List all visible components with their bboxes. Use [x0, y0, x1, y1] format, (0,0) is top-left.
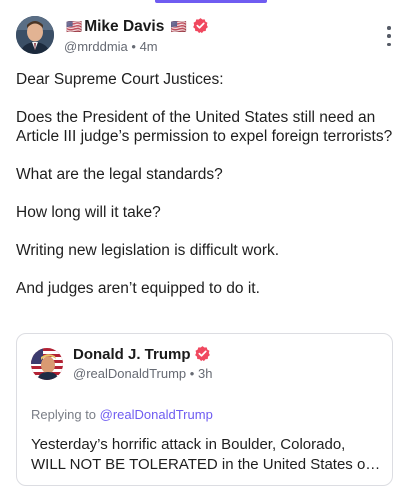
- author-meta: @mrddmia • 4m: [64, 39, 158, 54]
- quoted-text-line: Yesterday’s horrific attack in Boulder, …: [31, 436, 346, 453]
- menu-dot: [387, 26, 391, 30]
- post-paragraph: Does the President of the United States …: [16, 109, 393, 145]
- us-flag-icon: 🇺🇸: [66, 19, 83, 34]
- verified-badge-icon: [194, 345, 211, 366]
- author-avatar[interactable]: [16, 16, 54, 54]
- meta-separator: •: [131, 39, 136, 54]
- author-name-line[interactable]: 🇺🇸 Mike Davis 🇺🇸: [64, 17, 209, 39]
- quoted-author-avatar[interactable]: [31, 348, 63, 380]
- more-vertical-icon[interactable]: [382, 26, 396, 46]
- post-body: Dear Supreme Court Justices: Does the Pr…: [16, 70, 396, 317]
- author-handle[interactable]: @mrddmia: [64, 39, 128, 54]
- quoted-author-name[interactable]: Donald J. Trump: [73, 346, 191, 363]
- quoted-author-meta: @realDonaldTrump • 3h: [73, 366, 212, 381]
- author-name[interactable]: Mike Davis: [84, 18, 164, 35]
- quoted-author-name-line[interactable]: Donald J. Trump: [73, 345, 211, 366]
- menu-dot: [387, 42, 391, 46]
- quoted-post-card[interactable]: Donald J. Trump @realDonaldTrump • 3h Re…: [16, 333, 393, 486]
- quoted-author-handle[interactable]: @realDonaldTrump: [73, 366, 186, 381]
- verified-badge-icon: [192, 17, 209, 39]
- menu-dot: [387, 34, 391, 38]
- post-paragraph: Dear Supreme Court Justices:: [16, 71, 224, 88]
- post-paragraph: How long will it take?: [16, 204, 161, 221]
- quoted-text-line: WILL NOT BE TOLERATED in the United Stat…: [31, 456, 381, 473]
- post-header: 🇺🇸 Mike Davis 🇺🇸 @mrddmia • 4m: [16, 14, 394, 58]
- post-paragraph: Writing new legislation is difficult wor…: [16, 242, 280, 259]
- replying-to-link[interactable]: @realDonaldTrump: [100, 407, 213, 422]
- us-flag-icon: 🇺🇸: [170, 19, 187, 34]
- quoted-post-time[interactable]: 3h: [198, 366, 212, 381]
- meta-separator: •: [189, 366, 195, 381]
- post-paragraph: What are the legal standards?: [16, 166, 223, 183]
- post-paragraph: And judges aren’t equipped to do it.: [16, 280, 260, 297]
- post-card: 🇺🇸 Mike Davis 🇺🇸 @mrddmia • 4m Dear Supre…: [0, 0, 410, 500]
- replying-prefix: Replying to: [31, 407, 100, 422]
- post-time[interactable]: 4m: [140, 39, 158, 54]
- quoted-post-text: Yesterday’s horrific attack in Boulder, …: [31, 435, 381, 475]
- replying-to-line: Replying to @realDonaldTrump: [31, 407, 213, 422]
